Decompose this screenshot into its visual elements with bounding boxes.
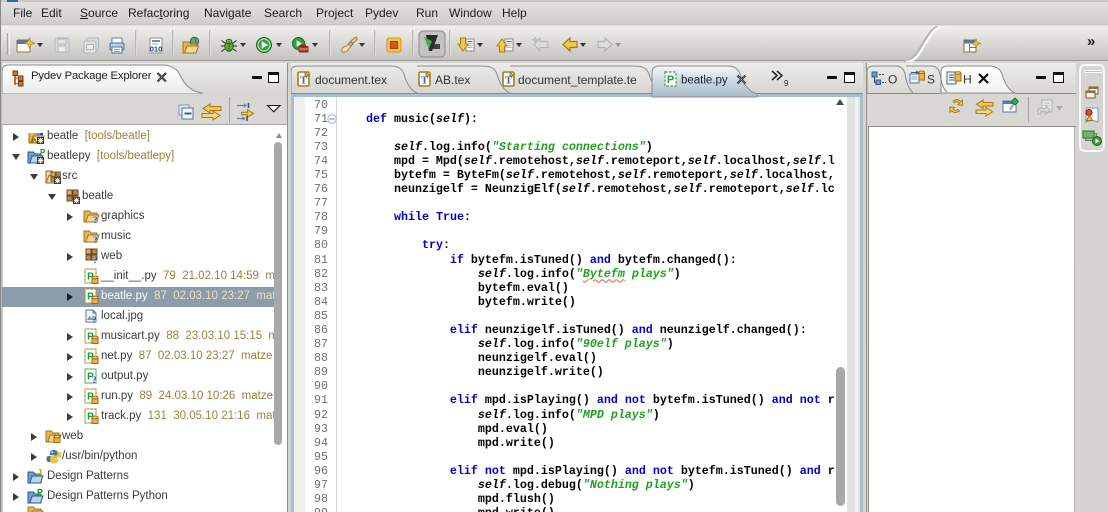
svg-text:Pydev Package Explorer: Pydev Package Explorer [31, 70, 152, 82]
svg-text:T: T [300, 75, 308, 87]
svg-text:document_template.te: document_template.te [518, 73, 637, 87]
svg-text:S: S [927, 73, 935, 87]
svg-text:»: » [1087, 33, 1095, 50]
svg-text:AB.tex: AB.tex [435, 73, 470, 87]
svg-text:9: 9 [784, 79, 789, 88]
svg-text:P: P [667, 74, 674, 86]
svg-text:010: 010 [150, 45, 163, 54]
svg-text:beatle.py: beatle.py [681, 75, 728, 87]
svg-text:O: O [888, 73, 897, 87]
svg-text:H: H [963, 73, 972, 87]
svg-text:document.tex: document.tex [315, 73, 387, 87]
